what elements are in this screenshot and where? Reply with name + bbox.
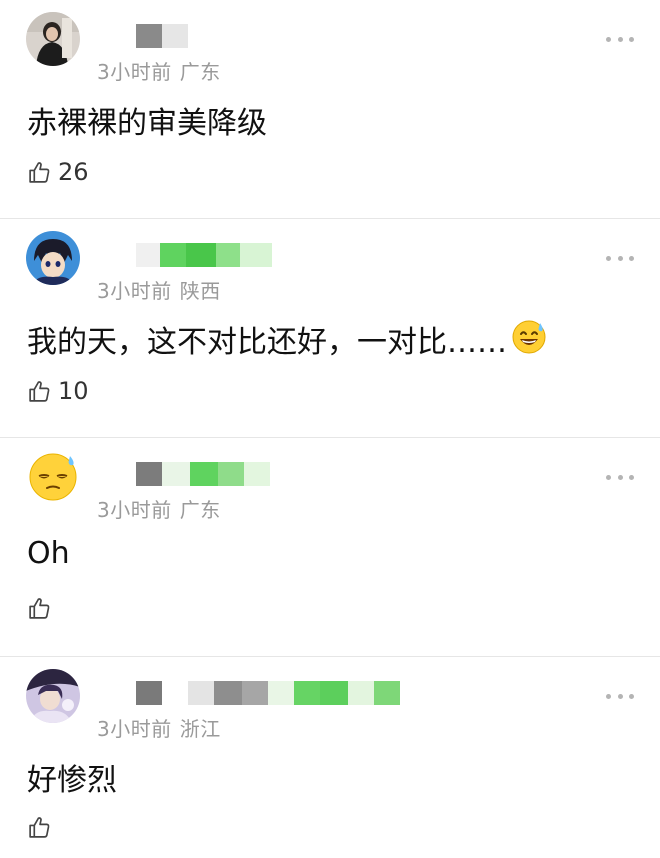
comment-item: 3小时前 浙江 好惨烈 [0, 657, 660, 858]
comment-text: 好惨烈 [27, 763, 117, 798]
comment-item: 3小时前 广东 Oh [0, 438, 660, 657]
like-button[interactable]: 26 [27, 158, 89, 186]
more-dots-icon[interactable] [606, 694, 634, 702]
comment-time: 3小时前 [97, 717, 172, 741]
censored-username[interactable] [136, 462, 270, 486]
comment-text: 我的天，这不对比还好，一对比…… [27, 317, 547, 361]
comment-text: 赤裸裸的审美降级 [27, 106, 267, 141]
censored-username[interactable] [136, 24, 188, 48]
more-dots-icon[interactable] [606, 256, 634, 264]
thumbs-up-icon [29, 380, 50, 402]
comment-text: Oh [27, 536, 70, 571]
comment-time: 3小时前 [97, 279, 172, 303]
censored-username[interactable] [136, 681, 400, 705]
comment-location: 浙江 [179, 717, 221, 741]
comment-time: 3小时前 [97, 60, 172, 84]
more-dots-icon[interactable] [606, 37, 634, 45]
comment-text-body: 我的天，这不对比还好，一对比…… [27, 325, 507, 360]
thumbs-up-icon [29, 161, 50, 183]
like-button[interactable] [27, 596, 58, 621]
comment-meta: 3小时前 广东 [97, 56, 221, 85]
user-avatar[interactable] [26, 669, 80, 723]
user-avatar[interactable] [26, 231, 80, 285]
comment-meta: 3小时前 广东 [97, 494, 221, 523]
thumbs-up-icon [29, 817, 50, 838]
sweat-smile-emoji-icon [512, 320, 546, 354]
like-count: 26 [58, 158, 89, 186]
comment-location: 陕西 [179, 279, 221, 303]
comment-location: 广东 [179, 60, 221, 84]
comment-time: 3小时前 [97, 498, 172, 522]
like-count: 10 [58, 377, 89, 405]
comment-meta: 3小时前 陕西 [97, 275, 221, 304]
comment-meta: 3小时前 浙江 [97, 713, 221, 742]
comment-item: 3小时前 广东 赤裸裸的审美降级 26 [0, 0, 660, 219]
more-dots-icon[interactable] [606, 475, 634, 483]
censored-username[interactable] [136, 243, 272, 267]
thumbs-up-icon [29, 598, 50, 619]
like-button[interactable] [27, 815, 58, 840]
comment-item: 3小时前 陕西 我的天，这不对比还好，一对比…… 10 [0, 219, 660, 438]
comment-location: 广东 [179, 498, 221, 522]
user-avatar[interactable] [26, 450, 80, 504]
user-avatar[interactable] [26, 12, 80, 66]
like-button[interactable]: 10 [27, 377, 89, 405]
